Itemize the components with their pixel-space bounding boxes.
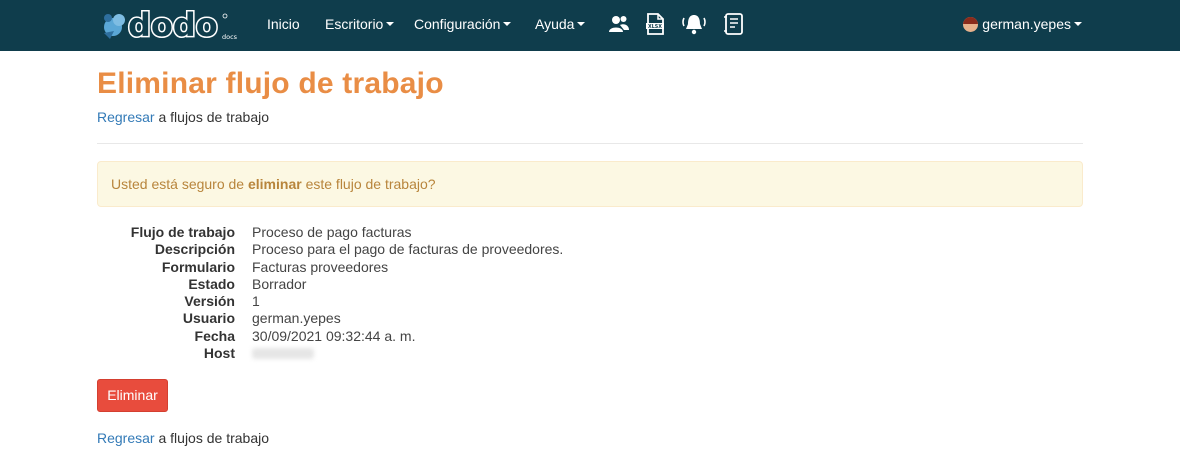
nav-configuracion-label: Configuración [414,16,501,32]
nav-ayuda-label: Ayuda [535,16,575,32]
alert-text-before: Usted está seguro de [111,176,248,192]
detail-value: Facturas proveedores [252,258,389,275]
detail-row-formulario: Formulario Facturas proveedores [97,259,697,276]
host-value-redacted [252,348,314,360]
detail-row-fecha: Fecha 30/09/2021 09:32:44 a. m. [97,328,697,345]
back-link-suffix: a flujos de trabajo [154,109,269,125]
user-menu-dropdown[interactable]: german.yepes [963,0,1082,51]
detail-label: Flujo de trabajo [130,224,235,240]
delete-button[interactable]: Eliminar [97,379,168,412]
back-to-workflows-link[interactable]: Regresar [97,430,155,446]
nav-escritorio-dropdown[interactable]: Escritorio [325,0,395,51]
nav-inicio-label: Inicio [267,16,300,32]
detail-label: Host [203,345,235,362]
detail-row-version: Versión 1 [97,293,697,310]
detail-label: Fecha [194,327,235,344]
user-avatar [963,16,979,32]
nav-ayuda-dropdown[interactable]: Ayuda [535,0,586,51]
dodo-docs-logo[interactable]: dodo docs [100,6,245,44]
detail-value: Borrador [252,275,307,292]
detail-value: 1 [252,293,260,310]
detail-row-usuario: Usuario german.yepes [97,310,697,327]
detail-row-estado: Estado Borrador [97,276,697,293]
svg-text:XLSX: XLSX [648,24,662,30]
detail-row-host: Host [97,345,697,362]
back-line-top: Regresar a flujos de trabajo [97,109,269,125]
alert-text-strong: eliminar [247,176,302,192]
nav-configuracion-dropdown[interactable]: Configuración [414,0,512,51]
workflow-details: Flujo de trabajo Proceso de pago factura… [97,224,697,362]
detail-label: Usuario [182,310,235,327]
nav-escritorio-label: Escritorio [325,16,384,32]
caret-down-icon [386,22,395,27]
detail-value: Proceso para el pago de facturas de prov… [252,241,564,258]
detail-row-flujo: Flujo de trabajo Proceso de pago factura… [97,224,697,241]
users-icon[interactable] [607,12,631,36]
detail-label: Versión [184,293,235,310]
detail-row-descripcion: Descripción Proceso para el pago de fact… [97,241,697,258]
caret-down-icon [577,22,586,27]
detail-value: 30/09/2021 09:32:44 a. m. [252,327,416,344]
divider [97,143,1083,144]
top-navbar: dodo docs Inicio Escritorio Configuració… [0,0,1180,51]
back-line-bottom: Regresar a flujos de trabajo [97,430,269,446]
user-name: german.yepes [982,16,1071,32]
svg-text:docs: docs [222,33,238,41]
page-title: Eliminar flujo de trabajo [97,67,444,100]
detail-value: Proceso de pago facturas [252,224,412,240]
xlsx-file-icon[interactable]: XLSX [643,12,667,36]
caret-down-icon [503,22,512,27]
confirm-delete-alert: Usted está seguro de eliminar este flujo… [97,161,1083,207]
alert-text-after: este flujo de trabajo? [301,176,436,192]
caret-down-icon [1074,22,1082,27]
bell-icon[interactable] [681,12,706,36]
detail-label: Formulario [161,258,235,275]
detail-label: Descripción [154,241,235,258]
nav-inicio[interactable]: Inicio [267,0,300,51]
document-list-icon[interactable] [722,12,746,36]
back-to-workflows-link[interactable]: Regresar [97,109,155,125]
back-link-suffix: a flujos de trabajo [154,430,269,446]
detail-value: german.yepes [252,310,341,327]
svg-text:dodo: dodo [128,6,218,44]
detail-label: Estado [188,275,235,292]
